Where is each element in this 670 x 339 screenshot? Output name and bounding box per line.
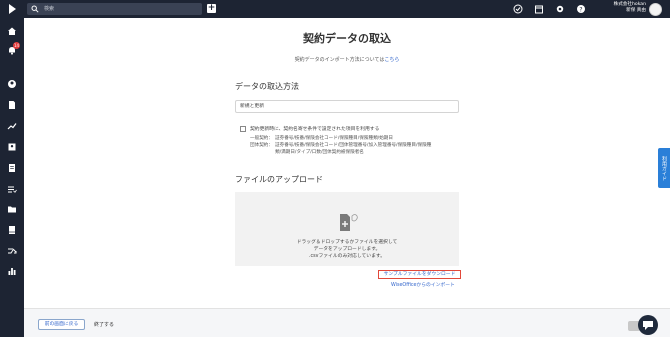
general-contract-value: 証券番号/枝番/保険会社コード/保険種目/保険種類/始期日: [275, 136, 393, 141]
intro-text: 契約データのインポート方法についてはこちら: [24, 56, 670, 63]
finish-button[interactable]: 終了する: [94, 321, 114, 328]
gear-icon[interactable]: [555, 4, 565, 14]
user-name: 新保 真由: [626, 8, 646, 13]
name-matching-checkbox[interactable]: [240, 126, 246, 132]
logo-icon[interactable]: [8, 3, 18, 15]
footer-bar: 前の画面に戻る 終了する: [24, 308, 670, 337]
file-upload-icon: [340, 214, 358, 231]
back-button[interactable]: 前の画面に戻る: [38, 319, 85, 330]
wiseoffice-import-link[interactable]: WiseOfficeからのインポート: [391, 281, 455, 288]
usage-guide-tab[interactable]: 利用ガイド: [658, 148, 670, 188]
main-content: 契約データの取込 契約データのインポート方法についてはこちら データの取込方法 …: [24, 18, 670, 308]
chart-icon[interactable]: [7, 121, 17, 131]
list-icon[interactable]: [7, 184, 17, 194]
group-contract-label: 団体契約：: [250, 143, 273, 148]
group-contract-value-1: 証券番号/枝番/保険会社コード/団体管理番号/加入管理番号/保険種目/保険種: [275, 143, 432, 148]
search-placeholder: 検索: [44, 6, 55, 12]
page-title: 契約データの取込: [303, 32, 391, 45]
id-card-icon[interactable]: [7, 142, 17, 152]
search-input[interactable]: 検索: [27, 3, 202, 15]
home-icon[interactable]: [7, 26, 17, 36]
notification-badge: 14: [13, 42, 20, 49]
chat-button[interactable]: [638, 315, 658, 335]
user-icon[interactable]: [7, 79, 17, 89]
sample-download-link[interactable]: サンプルファイルをダウンロード: [378, 270, 461, 279]
upload-instruction-2: データをアップロードします。: [313, 247, 381, 252]
intro-label: 契約データのインポート方法については: [294, 57, 385, 63]
top-bar: 検索 + ? 株式会社hokan 新保 真由: [0, 0, 670, 18]
book-icon[interactable]: [7, 225, 17, 235]
receipt-icon[interactable]: [7, 163, 17, 173]
avatar[interactable]: [649, 3, 662, 16]
svg-text:?: ?: [579, 6, 582, 13]
group-contract-value-2: 類/満期日/タイプ/口数/団体契約被保険者名: [275, 150, 364, 155]
import-method-title: データの取込方法: [235, 82, 299, 91]
calendar-icon[interactable]: [534, 4, 544, 14]
upload-title: ファイルのアップロード: [235, 175, 323, 184]
add-button[interactable]: +: [207, 4, 216, 13]
search-icon: [31, 5, 39, 13]
upload-instruction-3: .csvファイルのみ対応しています。: [308, 254, 386, 259]
bar-chart-icon[interactable]: [7, 266, 17, 276]
chat-icon: [643, 321, 653, 330]
sidebar: 14: [0, 18, 24, 337]
intro-link[interactable]: こちら: [384, 57, 399, 63]
name-matching-label: 契約更新時に、契約名寄せ条件で設定された項目を利用する: [250, 127, 380, 132]
shuffle-icon[interactable]: [7, 246, 17, 256]
import-method-select[interactable]: 新規と更新: [235, 100, 459, 113]
check-circle-icon[interactable]: [513, 4, 523, 14]
document-icon[interactable]: [7, 100, 17, 110]
user-info[interactable]: 株式会社hokan 新保 真由: [596, 2, 646, 14]
general-contract-label: 一般契約：: [250, 136, 273, 141]
file-drop-zone[interactable]: ドラッグ＆ドロップするかファイルを選択して データをアップロードします。 .cs…: [235, 192, 459, 266]
folder-icon[interactable]: [7, 204, 17, 214]
help-icon[interactable]: ?: [576, 4, 586, 14]
upload-instruction-1: ドラッグ＆ドロップするかファイルを選択して: [296, 240, 398, 245]
